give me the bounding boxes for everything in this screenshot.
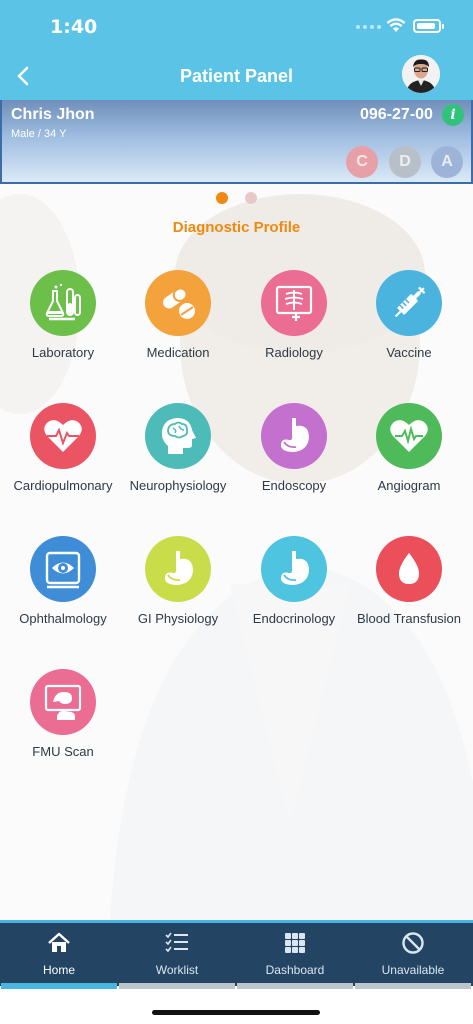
section-title: Diagnostic Profile [172, 219, 301, 236]
home-indicator [152, 1010, 320, 1015]
checklist-icon [165, 932, 188, 953]
stomach-icon [280, 551, 309, 585]
tile-label: Medication [146, 345, 210, 360]
nav-bar: Patient Panel [0, 52, 473, 100]
tile-label: FMU Scan [32, 744, 94, 759]
page-dot[interactable] [245, 192, 257, 204]
tab-indicator [1, 983, 117, 989]
stomach-icon [164, 551, 193, 585]
page-indicator [0, 192, 473, 206]
tab-label: Worklist [155, 963, 199, 977]
tile-circle [261, 536, 327, 602]
tile-vaccine[interactable]: Vaccine [350, 270, 468, 361]
tile-label: Radiology [265, 345, 323, 360]
avatar[interactable] [402, 55, 440, 93]
tab-label: Unavailable [381, 963, 445, 977]
tile-blood-transfusion[interactable]: Blood Transfusion [350, 536, 468, 627]
tile-circle [261, 403, 327, 469]
tab-indicator [355, 983, 471, 989]
tile-label: Vaccine [386, 345, 432, 360]
tab-unavailable[interactable]: Unavailable [354, 923, 472, 989]
badge-a[interactable]: A [431, 146, 463, 178]
wifi-icon [386, 18, 406, 32]
info-icon[interactable]: i [442, 104, 464, 126]
patient-gender-age: Male / 34 Y [11, 128, 67, 140]
tile-neurophysiology[interactable]: Neurophysiology [119, 403, 237, 494]
tile-circle [145, 536, 211, 602]
tile-circle [30, 536, 96, 602]
blood-drop-icon [398, 553, 420, 584]
tile-label: Neurophysiology [129, 478, 227, 493]
tile-label: Cardiopulmonary [13, 478, 113, 493]
grid-icon [285, 933, 305, 953]
badge-c[interactable]: C [346, 146, 378, 178]
block-icon [402, 932, 424, 954]
tile-endoscopy[interactable]: Endoscopy [235, 403, 353, 494]
eye-scan-icon [45, 551, 81, 589]
syringe-icon [394, 286, 426, 318]
tile-radiology[interactable]: Radiology [235, 270, 353, 361]
flask-icon [45, 283, 81, 321]
badge-d[interactable]: D [389, 146, 421, 178]
page-dot-active[interactable] [216, 192, 228, 204]
heart-pulse-icon [44, 420, 82, 452]
tile-circle [376, 403, 442, 469]
tile-circle [376, 536, 442, 602]
tile-label: Endoscopy [261, 478, 327, 493]
tile-ophthalmology[interactable]: Ophthalmology [4, 536, 122, 627]
tile-cardiopulmonary[interactable]: Cardiopulmonary [4, 403, 122, 494]
battery-icon [413, 19, 444, 33]
status-bar: 1:40 [0, 0, 473, 52]
tab-dashboard[interactable]: Dashboard [236, 923, 354, 989]
tile-angiogram[interactable]: Angiogram [350, 403, 468, 494]
tab-home[interactable]: Home [0, 923, 118, 989]
status-time: 1:40 [50, 16, 98, 38]
pills-icon [163, 287, 195, 319]
ultrasound-icon [44, 684, 82, 720]
user-photo [402, 55, 440, 93]
tile-gi-physiology[interactable]: GI Physiology [119, 536, 237, 627]
tab-label: Home [42, 963, 75, 977]
tile-label: Angiogram [377, 478, 441, 493]
brain-head-icon [161, 418, 196, 454]
heart-monitor-icon [390, 420, 428, 452]
tile-fmu-scan[interactable]: FMU Scan [4, 669, 122, 760]
stomach-icon [280, 418, 309, 452]
patient-card[interactable]: Chris Jhon Male / 34 Y 096-27-00 i C D A [0, 100, 473, 184]
tile-circle [30, 403, 96, 469]
tile-circle [376, 270, 442, 336]
patient-id: 096-27-00 [360, 106, 433, 123]
tab-label: Dashboard [265, 963, 325, 977]
patient-name: Chris Jhon [11, 106, 95, 123]
tab-indicator [119, 983, 235, 989]
tile-circle [261, 270, 327, 336]
signal-icon [356, 25, 381, 29]
tile-label: Laboratory [31, 345, 95, 360]
tile-medication[interactable]: Medication [119, 270, 237, 361]
tile-label: Blood Transfusion [356, 611, 462, 626]
tile-label: Ophthalmology [19, 611, 107, 626]
tile-endocrinology[interactable]: Endocrinology [235, 536, 353, 627]
tile-label: Endocrinology [252, 611, 336, 626]
tab-indicator [237, 983, 353, 989]
tile-laboratory[interactable]: Laboratory [4, 270, 122, 361]
tile-circle [145, 270, 211, 336]
tile-circle [30, 270, 96, 336]
xray-icon [275, 285, 313, 321]
tab-bar: Home Worklist Dashboard Unavailable [0, 920, 473, 989]
tab-worklist[interactable]: Worklist [118, 923, 236, 989]
tile-label: GI Physiology [137, 611, 219, 626]
tile-circle [145, 403, 211, 469]
tile-circle [30, 669, 96, 735]
home-icon [48, 932, 70, 952]
